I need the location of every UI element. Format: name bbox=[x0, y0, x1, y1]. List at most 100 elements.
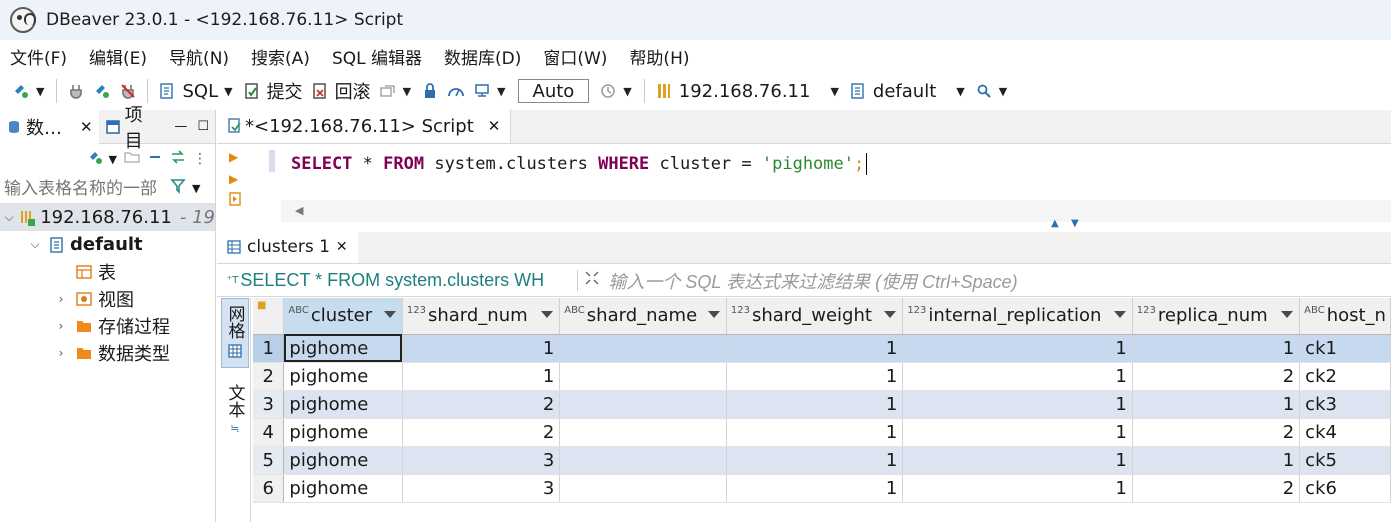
schema-dropdown-icon[interactable]: ▼ bbox=[956, 85, 964, 98]
search-dropdown-icon[interactable]: ▼ bbox=[999, 85, 1007, 98]
maximize-icon[interactable]: ☐ bbox=[197, 119, 209, 134]
commit-button-label[interactable]: 提交 bbox=[267, 78, 303, 104]
table-cell[interactable]: pighome bbox=[283, 362, 403, 391]
search-icon[interactable] bbox=[975, 82, 993, 100]
tree-node-connection[interactable]: ⌵ 192.168.76.11 - 19 bbox=[0, 204, 215, 231]
table-row[interactable]: 3 pighome 2 1 1 1 ck3 bbox=[253, 390, 1391, 419]
expand-filter-icon[interactable] bbox=[584, 270, 600, 291]
table-cell[interactable]: ck1 bbox=[1299, 334, 1391, 363]
table-cell[interactable]: ck2 bbox=[1299, 362, 1391, 391]
disconnect-icon[interactable] bbox=[119, 82, 137, 100]
filter-dropdown-icon[interactable]: ▼ bbox=[192, 182, 200, 195]
execute-script-icon[interactable] bbox=[229, 190, 241, 211]
chevron-right-icon[interactable]: › bbox=[54, 292, 68, 306]
active-schema-label[interactable]: default bbox=[873, 81, 936, 102]
table-cell[interactable]: 2 bbox=[1132, 418, 1301, 447]
column-header-shard-num[interactable]: 123 shard_num bbox=[402, 298, 561, 335]
column-filter-icon[interactable] bbox=[707, 311, 720, 318]
column-header-host-name[interactable]: ABC host_n bbox=[1299, 298, 1391, 335]
table-cell[interactable]: ck6 bbox=[1299, 474, 1391, 503]
row-number-cell[interactable]: 5 bbox=[253, 446, 285, 475]
chevron-down-icon[interactable]: ⌵ bbox=[28, 237, 42, 252]
commit-icon[interactable] bbox=[243, 82, 261, 100]
reconnect-icon[interactable] bbox=[93, 82, 111, 100]
table-cell[interactable]: pighome bbox=[283, 474, 403, 503]
chevron-right-icon[interactable]: › bbox=[54, 346, 68, 360]
table-name-filter-input[interactable] bbox=[0, 175, 162, 202]
menu-edit[interactable]: 编辑(E) bbox=[89, 44, 147, 69]
table-cell[interactable]: 1 bbox=[726, 362, 904, 391]
table-cell[interactable]: 1 bbox=[902, 474, 1133, 503]
results-grid[interactable]: ■ ABC cluster 123 shard_num ABC shard_name bbox=[253, 298, 1391, 522]
row-number-cell[interactable]: 1 bbox=[253, 334, 285, 363]
close-icon[interactable]: ✕ bbox=[488, 117, 501, 135]
sql-code-line[interactable]: SELECT * FROM system.clusters WHERE clus… bbox=[281, 149, 1391, 179]
connection-dropdown-icon[interactable]: ▼ bbox=[830, 85, 838, 98]
table-cell[interactable]: 1 bbox=[1132, 334, 1301, 363]
connect-icon[interactable] bbox=[67, 82, 85, 100]
chevron-down-icon[interactable]: ⌵ bbox=[4, 210, 14, 225]
tree-node-datatypes[interactable]: › 数据类型 bbox=[0, 339, 215, 366]
table-cell[interactable]: 1 bbox=[1132, 446, 1301, 475]
table-cell[interactable]: 2 bbox=[1132, 474, 1301, 503]
text-view-button[interactable]: 文本 ≒ bbox=[221, 368, 249, 439]
results-query-text[interactable]: SELECT * FROM system.clusters WH bbox=[238, 270, 579, 291]
collapse-all-icon[interactable] bbox=[147, 149, 163, 170]
sql-editor-icon[interactable] bbox=[158, 82, 176, 100]
new-connection-icon[interactable] bbox=[87, 149, 103, 170]
table-cell[interactable]: 1 bbox=[726, 418, 904, 447]
table-cell[interactable]: pighome bbox=[283, 334, 403, 363]
menu-file[interactable]: 文件(F) bbox=[10, 44, 67, 69]
grid-view-button[interactable]: 网格 bbox=[221, 298, 249, 368]
table-row[interactable]: 1 pighome 1 1 1 1 ck1 bbox=[253, 334, 1391, 363]
menu-window[interactable]: 窗口(W) bbox=[543, 44, 607, 69]
row-number-header[interactable]: ■ bbox=[253, 298, 285, 335]
tree-node-database[interactable]: ⌵ default bbox=[0, 231, 215, 258]
column-header-cluster[interactable]: ABC cluster bbox=[283, 298, 403, 335]
column-header-shard-weight[interactable]: 123 shard_weight bbox=[726, 298, 904, 335]
lock-icon[interactable] bbox=[421, 82, 439, 100]
collapse-up-icon[interactable]: ▲ bbox=[1051, 218, 1059, 229]
editor-results-splitter[interactable]: ▲ ▼ bbox=[217, 218, 1391, 230]
table-cell[interactable]: ck3 bbox=[1299, 390, 1391, 419]
tree-node-procedures[interactable]: › 存储过程 bbox=[0, 312, 215, 339]
table-cell[interactable]: pighome bbox=[283, 446, 403, 475]
menu-sql-editor[interactable]: SQL 编辑器 bbox=[332, 44, 422, 69]
column-filter-icon[interactable] bbox=[1281, 311, 1294, 318]
menu-search[interactable]: 搜索(A) bbox=[251, 44, 310, 69]
scroll-left-icon[interactable]: ◀ bbox=[295, 204, 303, 217]
column-header-replica-num[interactable]: 123 replica_num bbox=[1132, 298, 1301, 335]
menu-navigate[interactable]: 导航(N) bbox=[169, 44, 229, 69]
transaction-mode-dropdown-icon[interactable]: ▼ bbox=[403, 85, 411, 98]
tab-database-navigator[interactable]: 数… ✕ bbox=[0, 109, 99, 144]
history-dropdown-icon[interactable]: ▼ bbox=[623, 85, 631, 98]
column-filter-icon[interactable] bbox=[541, 311, 554, 318]
table-cell[interactable]: 1 bbox=[902, 390, 1133, 419]
table-cell[interactable]: 2 bbox=[402, 418, 561, 447]
sql-editor[interactable]: ▶ ▶ SELECT * FROM system.clusters WHERE … bbox=[217, 144, 1391, 222]
active-connection-label[interactable]: 192.168.76.11 bbox=[679, 81, 811, 102]
session-manager-icon[interactable] bbox=[473, 82, 491, 100]
table-cell[interactable] bbox=[559, 390, 727, 419]
new-connection-icon[interactable] bbox=[12, 82, 30, 100]
table-cell[interactable]: 1 bbox=[402, 334, 561, 363]
execute-statement-new-tab-icon[interactable]: ▶ bbox=[229, 172, 238, 186]
tree-node-views[interactable]: › 视图 bbox=[0, 285, 215, 312]
rollback-icon[interactable] bbox=[311, 82, 329, 100]
menu-help[interactable]: 帮助(H) bbox=[629, 44, 689, 69]
link-with-editor-icon[interactable] bbox=[169, 149, 187, 170]
tab-results-clusters[interactable]: clusters 1 ✕ bbox=[217, 231, 358, 263]
new-connection-dropdown-icon[interactable]: ▼ bbox=[109, 153, 117, 166]
transaction-mode-icon[interactable] bbox=[379, 82, 397, 100]
table-cell[interactable]: ck5 bbox=[1299, 446, 1391, 475]
table-row[interactable]: 5 pighome 3 1 1 1 ck5 bbox=[253, 446, 1391, 475]
table-cell[interactable]: 1 bbox=[902, 334, 1133, 363]
table-cell[interactable] bbox=[559, 446, 727, 475]
column-filter-icon[interactable] bbox=[884, 311, 897, 318]
close-icon[interactable]: ✕ bbox=[80, 118, 93, 136]
view-menu-icon[interactable]: ⋮ bbox=[193, 151, 207, 167]
tab-projects[interactable]: 项目 — ☐ bbox=[99, 105, 215, 152]
tree-node-tables[interactable]: 表 bbox=[0, 258, 215, 285]
table-cell[interactable] bbox=[559, 418, 727, 447]
minimize-icon[interactable]: — bbox=[174, 119, 187, 134]
